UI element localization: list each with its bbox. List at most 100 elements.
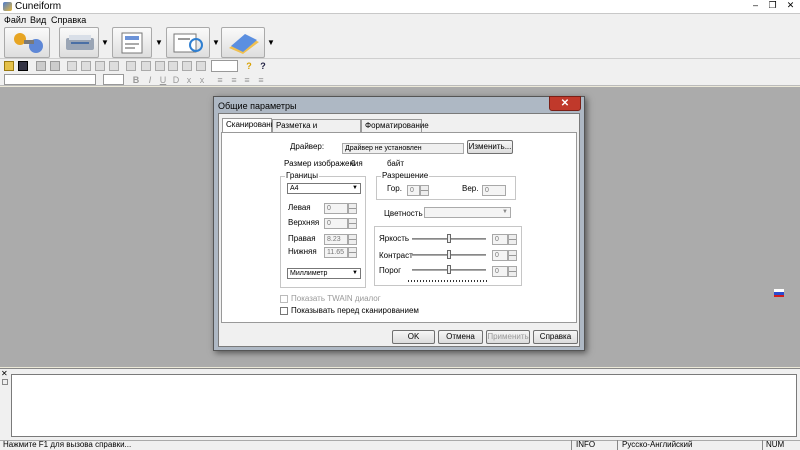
image-size-value: 0 (351, 159, 356, 168)
title-bar (0, 0, 800, 14)
paragraph-icon[interactable] (168, 61, 178, 71)
align-right-icon[interactable]: ≡ (242, 75, 252, 85)
output-panel-close-button[interactable]: ✕ (1, 370, 8, 378)
threshold-slider-thumb[interactable] (447, 265, 451, 274)
wizard-button[interactable] (4, 27, 50, 58)
layout-dropdown-arrow[interactable]: ▼ (155, 38, 163, 47)
menu-view[interactable]: Вид (30, 14, 46, 26)
open-icon[interactable] (4, 61, 14, 71)
brightness-slider-thumb[interactable] (447, 234, 451, 243)
ok-button[interactable]: OK (392, 330, 435, 344)
help-button[interactable]: Справка (533, 330, 578, 344)
font-size-combo[interactable] (103, 74, 124, 85)
cancel-button[interactable]: Отмена (438, 330, 483, 344)
save-result-button[interactable] (221, 27, 265, 58)
layout-button[interactable] (112, 27, 152, 58)
zoom-combo[interactable] (211, 60, 238, 72)
vertical-res-field[interactable]: 0 (482, 185, 506, 196)
app-title: Cuneiform (15, 1, 62, 12)
language-flag-icon[interactable] (774, 289, 784, 297)
copy-icon[interactable] (81, 61, 91, 71)
output-panel-content (11, 374, 797, 437)
bottom-margin-spinner[interactable] (348, 247, 357, 258)
contrast-field[interactable]: 0 (492, 250, 508, 261)
color-mode-select[interactable]: ▼ (424, 207, 511, 218)
menu-bar (0, 14, 800, 26)
top-margin-spinner[interactable] (348, 218, 357, 229)
change-driver-button[interactable]: Изменить... (467, 140, 513, 154)
maximize-button[interactable]: ❐ (765, 0, 780, 12)
left-margin-field[interactable]: 0 (324, 203, 348, 214)
paste-icon[interactable] (95, 61, 105, 71)
driver-field: Драйвер не установлен (342, 143, 464, 154)
menu-help[interactable]: Справка (51, 14, 86, 26)
scan-dropdown-arrow[interactable]: ▼ (101, 38, 109, 47)
frame-icon[interactable] (182, 61, 192, 71)
save-icon[interactable] (18, 61, 28, 71)
contrast-spinner[interactable] (508, 250, 517, 261)
zoom-icon[interactable] (126, 61, 136, 71)
brightness-spinner[interactable] (508, 234, 517, 245)
context-help-icon[interactable]: ? (258, 61, 268, 71)
underline-icon[interactable]: U (158, 75, 168, 85)
italic-icon[interactable]: I (145, 75, 155, 85)
left-margin-spinner[interactable] (348, 203, 357, 214)
close-button[interactable]: ✕ (783, 0, 798, 12)
align-left-icon[interactable]: ≡ (215, 75, 225, 85)
recognize-dropdown-arrow[interactable]: ▼ (212, 38, 220, 47)
align-center-icon[interactable]: ≡ (229, 75, 239, 85)
contrast-label: Контраст (379, 251, 413, 260)
show-twain-checkbox[interactable] (280, 295, 288, 303)
recognize-button[interactable] (166, 27, 210, 58)
menu-file[interactable]: Файл (4, 14, 26, 26)
print-icon[interactable] (36, 61, 46, 71)
scan-button[interactable] (59, 27, 99, 58)
cut-icon[interactable] (67, 61, 77, 71)
tab-layout-recognition[interactable]: Разметка и распознавание (272, 119, 361, 142)
justify-icon[interactable]: ≡ (256, 75, 266, 85)
right-margin-spinner[interactable] (348, 234, 357, 245)
bottom-margin-field[interactable]: 11.65 (324, 247, 348, 258)
contrast-slider-thumb[interactable] (447, 250, 451, 259)
picture-icon[interactable] (196, 61, 206, 71)
show-before-scan-checkbox[interactable] (280, 307, 288, 315)
horizontal-res-label: Гор. (387, 184, 402, 193)
superscript-icon[interactable]: x (184, 75, 194, 85)
brightness-field[interactable]: 0 (492, 234, 508, 245)
borders-group-label: Границы (285, 171, 319, 181)
output-panel-pin-icon[interactable] (2, 379, 8, 385)
status-divider (617, 440, 618, 450)
paper-size-select[interactable]: A4 ▼ (287, 183, 361, 194)
minimize-button[interactable]: – (748, 0, 763, 12)
tab-formatting[interactable]: Форматирование (361, 119, 429, 132)
tab-scanning[interactable]: Сканирование (222, 118, 280, 133)
strikethrough-icon[interactable]: D (171, 75, 181, 85)
bottom-margin-label: Нижняя (288, 247, 317, 256)
paper-size-value: A4 (290, 185, 299, 192)
top-margin-field[interactable]: 0 (324, 218, 348, 229)
help-icon[interactable]: ? (244, 61, 254, 71)
save-dropdown-arrow[interactable]: ▼ (267, 38, 275, 47)
right-margin-field[interactable]: 8.23 (324, 234, 348, 245)
apply-button[interactable]: Применить (486, 330, 530, 344)
columns-icon[interactable] (155, 61, 165, 71)
recognize-icon (173, 33, 203, 53)
preview-icon[interactable] (50, 61, 60, 71)
unit-select[interactable]: Миллиметр ▼ (287, 268, 361, 279)
driver-label: Драйвер: (290, 142, 325, 151)
font-name-combo[interactable] (4, 74, 96, 85)
status-divider (762, 440, 763, 450)
table-icon[interactable] (141, 61, 151, 71)
horizontal-res-spinner[interactable] (420, 185, 429, 196)
threshold-ticks (408, 280, 488, 282)
undo-icon[interactable] (109, 61, 119, 71)
document-icon (229, 34, 259, 54)
bold-icon[interactable]: B (131, 75, 141, 85)
subscript-icon[interactable]: x (197, 75, 207, 85)
dialog-close-button[interactable]: ✕ (549, 96, 581, 111)
standard-toolbar (0, 59, 800, 73)
threshold-spinner[interactable] (508, 266, 517, 277)
threshold-field[interactable]: 0 (492, 266, 508, 277)
horizontal-res-field[interactable]: 0 (407, 185, 420, 196)
resolution-group-label: Разрешение (381, 171, 430, 181)
